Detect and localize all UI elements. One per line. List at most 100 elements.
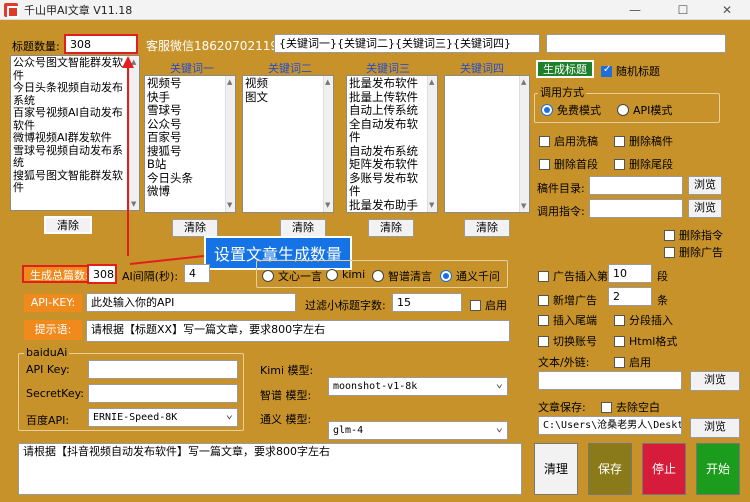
insert-tail-checkbox[interactable]: 插入尾端 <box>538 312 597 328</box>
new-ad-input[interactable]: 2 <box>608 287 652 306</box>
total-count-input[interactable]: 308 <box>87 264 117 284</box>
engine-tongyi-radio[interactable]: 通义千问 <box>440 268 500 284</box>
title-count-label: 标题数量: <box>12 40 60 53</box>
list-item[interactable]: 图文 <box>245 90 331 105</box>
del-draft-checkbox[interactable]: 删除稿件 <box>614 133 673 149</box>
list-item[interactable]: 批量发布软件 <box>349 76 435 91</box>
radio-selected-icon <box>440 270 452 282</box>
keyword2-listbox[interactable]: 视频 图文 <box>242 75 334 213</box>
apikey-label: API-KEY: <box>24 294 82 312</box>
keyword4-listbox[interactable] <box>444 75 530 213</box>
free-mode-radio[interactable]: 免费模式 <box>541 102 601 118</box>
baidu-apikey-label: API Key: <box>26 363 70 376</box>
engine-kimi-radio[interactable]: kimi <box>326 268 365 281</box>
baidu-secretkey-label: SecretKey: <box>26 387 85 400</box>
tongyi-model-label: 通义 模型: <box>260 413 312 426</box>
checkbox-icon <box>664 246 675 258</box>
save-button[interactable]: 保存 <box>588 443 632 495</box>
list-item[interactable]: 视频 <box>245 76 331 91</box>
text-link-input[interactable] <box>538 371 682 390</box>
checkbox-icon <box>614 135 625 147</box>
kimi-model-select[interactable]: moonshot-v1-8k <box>328 375 508 396</box>
subtitle-enable-checkbox[interactable]: 启用 <box>470 297 507 313</box>
baidu-secretkey-input[interactable] <box>88 384 238 403</box>
call-cmd-label: 调用指令: <box>537 205 585 218</box>
start-button[interactable]: 开始 <box>696 443 740 495</box>
interval-input[interactable]: 4 <box>184 264 210 283</box>
checkbox-icon <box>614 356 625 368</box>
subtitle-filter-input[interactable]: 15 <box>392 293 462 312</box>
list-item[interactable]: 批量发布助手 <box>349 198 435 213</box>
clear-keyword4-button[interactable]: 清除 <box>464 219 510 237</box>
stop-button[interactable]: 停止 <box>642 443 686 495</box>
engine-zhipu-radio[interactable]: 智谱清言 <box>372 268 432 284</box>
text-link-browse-button[interactable]: 浏览 <box>690 371 740 391</box>
generate-title-button[interactable]: 生成标题 <box>536 60 594 78</box>
title-bar: 千山甲AI文章 V11.18 — ☐ ✕ <box>0 0 750 20</box>
draft-dir-browse-button[interactable]: 浏览 <box>688 176 722 195</box>
keyword-template-input[interactable]: {关键词一}{关键词二}{关键词三}{关键词四} <box>274 34 540 53</box>
baidu-group-label: baiduAi <box>24 346 70 359</box>
call-cmd-browse-button[interactable]: 浏览 <box>688 199 722 218</box>
del-first-checkbox[interactable]: 删除首段 <box>539 156 598 172</box>
close-button[interactable]: ✕ <box>704 0 750 20</box>
keyword2-scrollbar[interactable] <box>323 76 333 212</box>
list-item[interactable]: 件 <box>349 130 435 145</box>
engine-wenxin-radio[interactable]: 文心一言 <box>262 268 322 284</box>
clear-keyword2-button[interactable]: 清除 <box>280 219 326 237</box>
extra-input[interactable] <box>546 34 726 53</box>
list-item[interactable]: 矩阵发布软件 <box>349 157 435 172</box>
list-item[interactable]: 批量上传软件 <box>349 90 435 105</box>
keyword3-listbox[interactable]: 批量发布软件 批量上传软件 自动上传系统 全自动发布软 件 自动发布系统 矩阵发… <box>346 75 438 213</box>
keyword3-label: 关键词三 <box>366 62 410 75</box>
clean-button[interactable]: 清理 <box>534 443 578 495</box>
apikey-input[interactable]: 此处输入你的API <box>86 293 296 312</box>
baidu-api-label: 百度API: <box>26 414 70 427</box>
radio-icon <box>372 270 384 282</box>
insert-ad-checkbox[interactable]: 广告插入第 <box>538 268 608 284</box>
keyword3-scrollbar[interactable] <box>427 76 437 212</box>
title-count-input[interactable]: 308 <box>64 34 138 54</box>
clear-keyword3-button[interactable]: 清除 <box>368 219 414 237</box>
subtitle-filter-label: 过滤小标题字数: <box>305 299 386 312</box>
list-item[interactable]: 多账号发布软 <box>349 171 435 186</box>
list-item[interactable]: 全自动发布软 <box>349 117 435 132</box>
new-ad-checkbox[interactable]: 新增广告 <box>538 292 597 308</box>
checkbox-icon <box>538 270 549 282</box>
del-cmd-checkbox[interactable]: 删除指令 <box>664 227 723 243</box>
api-mode-radio[interactable]: API模式 <box>617 102 672 118</box>
maximize-button[interactable]: ☐ <box>660 0 706 20</box>
list-item[interactable]: 自动上传系统 <box>349 103 435 118</box>
wash-checkbox[interactable]: 启用洗稿 <box>539 133 598 149</box>
output-textarea[interactable]: 请根据【抖音视频自动发布软件】写一篇文章，要求800字左右 <box>18 443 522 495</box>
list-item[interactable]: 件 <box>349 184 435 199</box>
html-format-checkbox[interactable]: Html格式 <box>614 333 677 349</box>
new-ad-unit: 条 <box>657 294 668 307</box>
list-item[interactable]: 自动发布系统 <box>349 144 435 159</box>
switch-account-checkbox[interactable]: 切换账号 <box>538 333 597 349</box>
text-link-enable-checkbox[interactable]: 启用 <box>614 354 651 370</box>
del-last-checkbox[interactable]: 删除尾段 <box>614 156 673 172</box>
draft-dir-label: 稿件目录: <box>537 182 585 195</box>
insert-ad-unit: 段 <box>657 270 668 283</box>
save-path-input[interactable]: C:\Users\沧桑老男人\Deskto <box>538 416 682 435</box>
save-path-browse-button[interactable]: 浏览 <box>690 418 740 438</box>
random-title-checkbox[interactable]: 随机标题 <box>601 63 660 79</box>
draft-dir-input[interactable] <box>589 176 683 195</box>
baidu-apikey-input[interactable] <box>88 360 238 379</box>
keyword1-scrollbar[interactable] <box>225 76 235 212</box>
baidu-model-select[interactable]: ERNIE-Speed-8K <box>88 406 238 427</box>
keyword4-scrollbar[interactable] <box>519 76 529 212</box>
minimize-button[interactable]: — <box>612 0 658 20</box>
zhipu-model-label: 智谱 模型: <box>260 389 312 402</box>
zhipu-model-select[interactable]: glm-4 <box>328 419 508 440</box>
app-logo-icon <box>4 2 19 18</box>
remove-blank-checkbox[interactable]: 去除空白 <box>601 399 660 415</box>
insert-ad-input[interactable]: 10 <box>608 264 652 283</box>
del-ad-checkbox[interactable]: 删除广告 <box>664 244 723 260</box>
clear-titles-button[interactable]: 清除 <box>44 216 92 234</box>
segment-insert-checkbox[interactable]: 分段插入 <box>614 312 673 328</box>
call-cmd-input[interactable] <box>589 199 683 218</box>
prompt-input[interactable]: 请根据【标题XX】写一篇文章，要求800字左右 <box>86 320 510 342</box>
keyword4-label: 关键词四 <box>460 62 504 75</box>
